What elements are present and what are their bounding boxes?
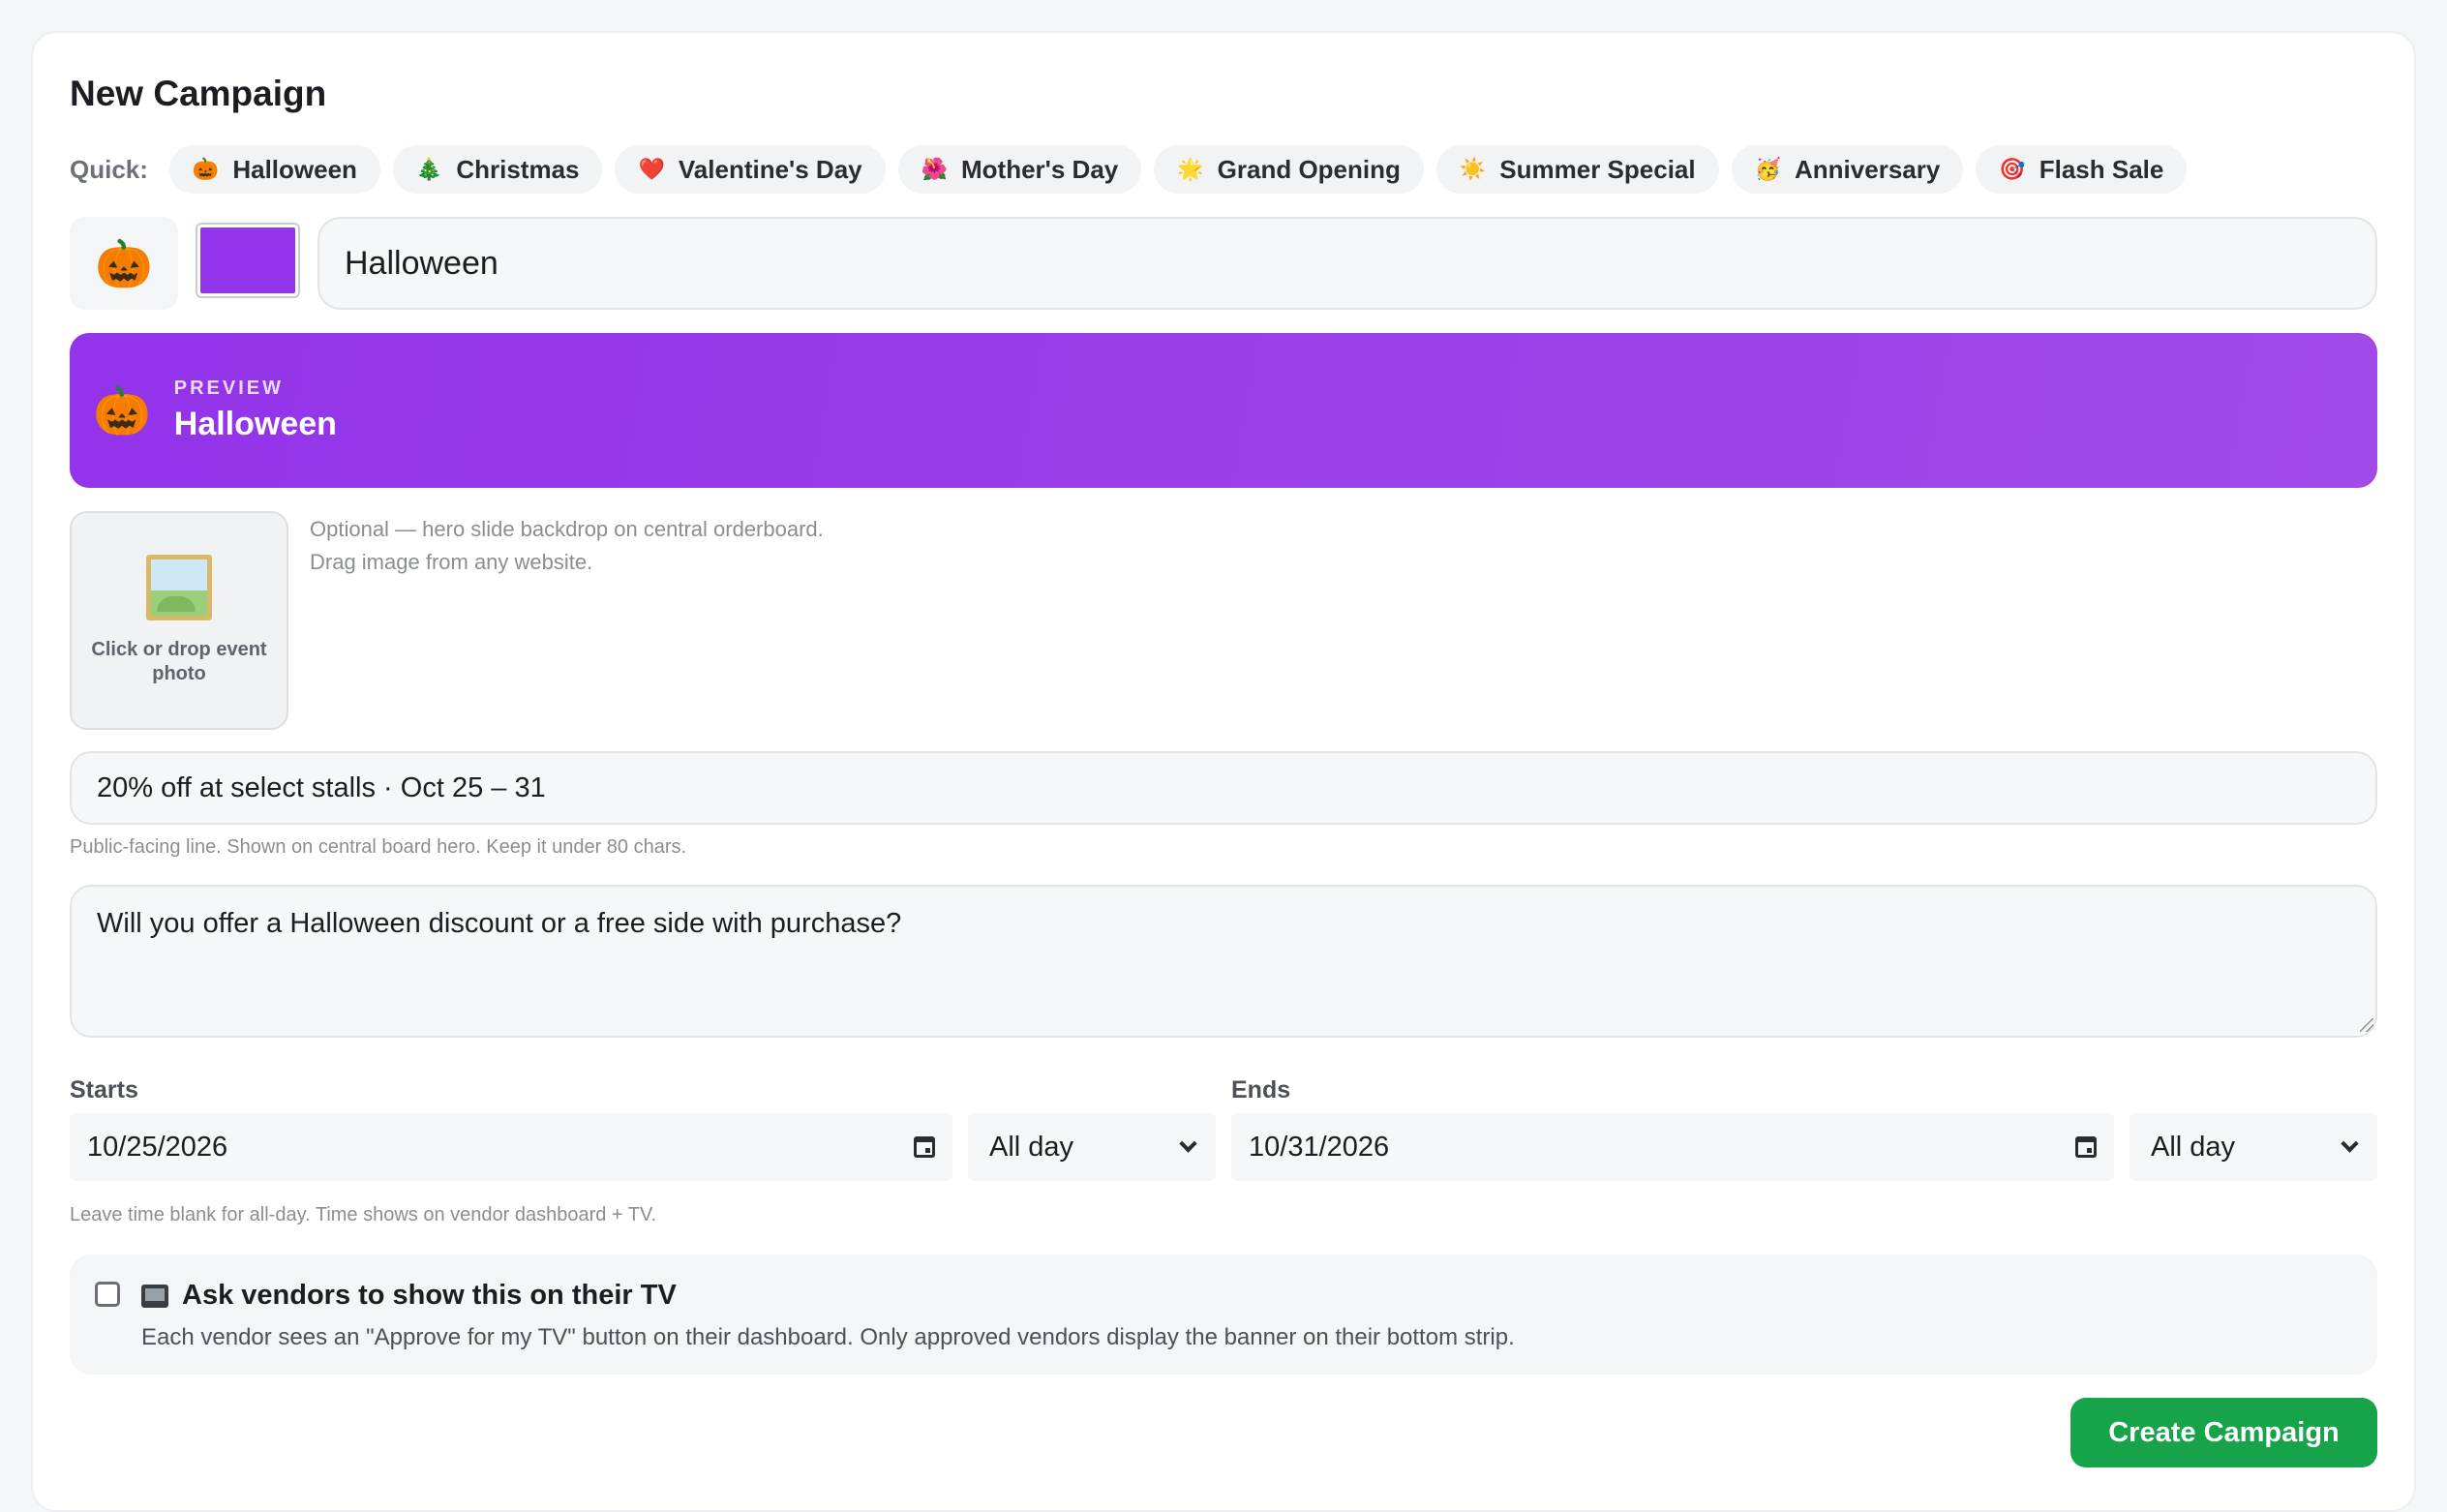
pumpkin-icon: 🎃 — [192, 157, 220, 181]
preset-label: Anniversary — [1795, 154, 1941, 184]
campaign-name-input[interactable] — [317, 217, 2377, 310]
resize-handle[interactable] — [2360, 1018, 2373, 1032]
photo-hint-line: Drag image from any website. — [310, 550, 593, 575]
chevron-down-icon — [1179, 1134, 1197, 1153]
preset-chip-halloween[interactable]: 🎃 Halloween — [168, 145, 380, 194]
dropzone-text: Click or drop event photo — [91, 639, 267, 684]
emoji-picker-button[interactable]: 🎃 — [70, 217, 178, 310]
end-time-value: All day — [2151, 1131, 2236, 1163]
preset-label: Halloween — [232, 154, 357, 184]
preview-title: Halloween — [173, 406, 337, 442]
star-icon: 🌟 — [1177, 157, 1204, 181]
quick-presets: Quick: 🎃 Halloween 🎄 Christmas ❤️ Valent… — [70, 145, 2188, 194]
start-date-input[interactable]: 10/25/2026 — [70, 1113, 952, 1181]
pumpkin-icon: 🎃 — [95, 238, 153, 290]
photo-hint-line: Optional — hero slide backdrop on centra… — [310, 517, 824, 541]
preset-label: Christmas — [456, 154, 580, 184]
start-date-value: 10/25/2026 — [87, 1131, 228, 1163]
create-campaign-button[interactable]: Create Campaign — [2070, 1398, 2377, 1467]
calendar-icon[interactable] — [2075, 1136, 2097, 1158]
preset-chip-summer-special[interactable]: ☀️ Summer Special — [1435, 145, 1719, 194]
preset-label: Valentine's Day — [678, 154, 862, 184]
end-time-select[interactable]: All day — [2130, 1113, 2377, 1181]
tv-option-title-row: Ask vendors to show this on their TV — [141, 1280, 677, 1312]
color-picker[interactable] — [196, 223, 300, 298]
television-icon — [141, 1284, 168, 1308]
preset-chip-flash-sale[interactable]: 🎯 Flash Sale — [1976, 145, 2188, 194]
framed-picture-icon — [146, 555, 212, 620]
end-date-input[interactable]: 10/31/2026 — [1231, 1113, 2114, 1181]
calendar-icon[interactable] — [914, 1136, 935, 1158]
vendor-question-textarea[interactable]: Will you offer a Halloween discount or a… — [70, 885, 2377, 1038]
tv-approval-option: Ask vendors to show this on their TV Eac… — [70, 1255, 2377, 1375]
sun-icon: ☀️ — [1459, 157, 1487, 181]
preset-chip-mothers-day[interactable]: 🌺 Mother's Day — [897, 145, 1142, 194]
preset-label: Flash Sale — [2039, 154, 2164, 184]
photo-dropzone[interactable]: Click or drop event photo — [70, 511, 288, 730]
christmas-tree-icon: 🎄 — [415, 157, 443, 181]
tagline-hint: Public-facing line. Shown on central boa… — [70, 836, 687, 858]
tv-option-title: Ask vendors to show this on their TV — [182, 1280, 677, 1311]
flower-icon: 🌺 — [921, 157, 949, 181]
heart-icon: ❤️ — [638, 157, 665, 181]
page-title: New Campaign — [70, 74, 327, 113]
preset-label: Grand Opening — [1217, 154, 1401, 184]
preset-chip-anniversary[interactable]: 🥳 Anniversary — [1731, 145, 1964, 194]
preview-label: PREVIEW — [173, 378, 285, 399]
photo-hint: Optional — hero slide backdrop on centra… — [310, 513, 824, 579]
tv-approval-checkbox[interactable] — [95, 1282, 120, 1307]
target-icon: 🎯 — [1999, 157, 2026, 181]
pumpkin-icon: 🎃 — [93, 385, 151, 438]
color-swatch — [200, 227, 295, 293]
quick-label: Quick: — [70, 154, 148, 184]
chevron-down-icon — [2341, 1134, 2359, 1153]
preset-label: Summer Special — [1499, 154, 1696, 184]
start-time-value: All day — [989, 1131, 1074, 1163]
end-date-value: 10/31/2026 — [1249, 1131, 1390, 1163]
tagline-input[interactable] — [70, 751, 2377, 825]
time-hint: Leave time blank for all-day. Time shows… — [70, 1204, 657, 1225]
preset-chip-grand-opening[interactable]: 🌟 Grand Opening — [1154, 145, 1424, 194]
preset-chip-valentines-day[interactable]: ❤️ Valentine's Day — [615, 145, 886, 194]
ends-label: Ends — [1231, 1076, 1291, 1104]
tv-option-description: Each vendor sees an "Approve for my TV" … — [141, 1324, 1515, 1350]
preview-banner: 🎃 PREVIEW Halloween — [70, 333, 2377, 488]
preset-label: Mother's Day — [961, 154, 1119, 184]
starts-label: Starts — [70, 1076, 138, 1104]
party-face-icon: 🥳 — [1754, 157, 1782, 181]
preset-chip-christmas[interactable]: 🎄 Christmas — [392, 145, 603, 194]
start-time-select[interactable]: All day — [968, 1113, 1216, 1181]
